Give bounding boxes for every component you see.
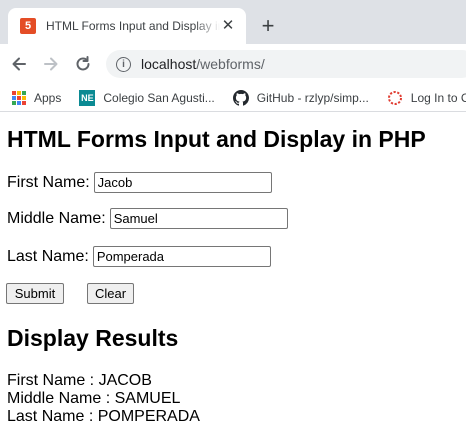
tab-strip: 5 HTML Forms Input and Display in PHP ✕ … xyxy=(0,0,466,44)
ne-icon: NE xyxy=(79,89,96,106)
submit-button[interactable]: Submit xyxy=(6,283,64,304)
url-text: localhost/webforms/ xyxy=(141,56,265,72)
results-title: Display Results xyxy=(7,325,179,351)
browser-toolbar: i localhost/webforms/ xyxy=(0,44,466,84)
browser-tab[interactable]: 5 HTML Forms Input and Display in PHP ✕ xyxy=(8,8,246,44)
bookmark-apps[interactable]: Apps xyxy=(12,90,62,105)
bookmark-colegio[interactable]: NE Colegio San Agusti... xyxy=(79,89,215,106)
last-name-label: Last Name: xyxy=(7,247,89,265)
address-bar[interactable]: i localhost/webforms/ xyxy=(106,50,466,78)
bookmark-login[interactable]: Log In to C xyxy=(387,90,466,106)
new-tab-icon[interactable]: + xyxy=(258,15,278,37)
middle-name-row: Middle Name: xyxy=(7,208,288,229)
middle-name-label: Middle Name: xyxy=(7,209,106,227)
result-middle-name: Middle Name : SAMUEL xyxy=(7,390,181,407)
github-icon xyxy=(232,89,249,106)
tab-close-icon[interactable]: ✕ xyxy=(220,18,236,34)
result-first-name: First Name : JACOB xyxy=(7,372,152,389)
bookmark-label: Colegio San Agusti... xyxy=(103,90,215,105)
result-last-name: Last Name : POMPERADA xyxy=(7,408,200,425)
html5-icon: 5 xyxy=(20,18,36,34)
page-content: HTML Forms Input and Display in PHP Firs… xyxy=(0,112,466,442)
bookmark-github[interactable]: GitHub - rzlyp/simp... xyxy=(232,89,369,106)
bookmark-label: Apps xyxy=(34,90,62,105)
login-icon xyxy=(387,90,402,105)
first-name-row: First Name: xyxy=(7,172,272,193)
page-title: HTML Forms Input and Display in PHP xyxy=(7,126,426,152)
bookmarks-bar: Apps NE Colegio San Agusti... GitHub - r… xyxy=(0,84,466,112)
back-icon[interactable] xyxy=(8,53,30,75)
apps-grid-icon xyxy=(12,90,26,105)
tab-title: HTML Forms Input and Display in PHP xyxy=(46,19,220,33)
info-icon[interactable]: i xyxy=(116,56,131,72)
bookmark-label: GitHub - rzlyp/simp... xyxy=(256,90,369,105)
first-name-label: First Name: xyxy=(7,173,90,191)
clear-button[interactable]: Clear xyxy=(87,283,134,304)
last-name-input[interactable] xyxy=(92,246,271,267)
middle-name-input[interactable] xyxy=(109,208,288,229)
last-name-row: Last Name: xyxy=(7,246,271,267)
forward-icon[interactable] xyxy=(40,53,62,75)
reload-icon[interactable] xyxy=(72,53,94,75)
bookmark-label: Log In to C xyxy=(410,90,466,105)
first-name-input[interactable] xyxy=(93,172,272,193)
